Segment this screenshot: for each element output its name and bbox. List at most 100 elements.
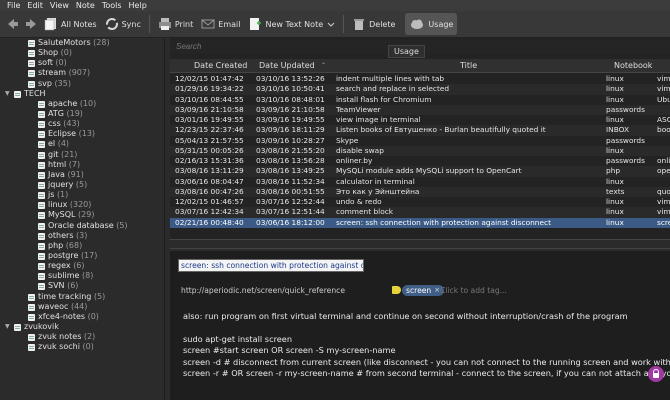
forward-button[interactable] [22, 13, 40, 35]
note-updated: 03/08/16 13:49:25 [256, 166, 325, 176]
email-button[interactable]: Email [197, 13, 244, 35]
sidebar-item[interactable]: js (1) [0, 190, 164, 200]
menu-tools[interactable]: Tools [95, 0, 122, 11]
sidebar-item[interactable]: ▼ zvukovik [0, 322, 164, 332]
sidebar-item[interactable]: Oracle database (5) [0, 221, 164, 231]
sidebar-item-text: linux (320) [48, 200, 91, 210]
sidebar-item[interactable]: ATG (19) [0, 109, 164, 119]
delete-button[interactable]: Delete [348, 13, 399, 35]
sidebar-item[interactable]: zvuk sochi (0) [0, 342, 164, 352]
source-url-link[interactable]: http://aperiodic.net/screen/quick_refere… [181, 286, 345, 295]
usage-button[interactable]: Usage [405, 13, 458, 35]
notebook-icon [38, 273, 45, 281]
back-button[interactable] [0, 13, 22, 35]
note-updated: 03/10/16 10:50:41 [256, 84, 325, 94]
sidebar-item[interactable]: stream (907) [0, 68, 164, 78]
chevron-down-icon[interactable] [327, 20, 335, 28]
note-extra: vim [657, 84, 670, 94]
sidebar-item[interactable]: MySQL (29) [0, 210, 164, 220]
sidebar-item[interactable]: time tracking (5) [0, 292, 164, 302]
new-text-note-button[interactable]: New Text Note [244, 13, 339, 35]
table-row[interactable]: 02/16/13 15:31:36 03/08/16 13:56:28 online… [170, 156, 670, 166]
menu-note[interactable]: Note [69, 0, 95, 11]
note-title: MySQLi module adds MySQLi support to Ope… [336, 166, 522, 176]
sidebar-item[interactable]: linux (320) [0, 200, 164, 210]
sidebar-item[interactable]: sublime (8) [0, 271, 164, 281]
lock-icon[interactable] [648, 366, 664, 382]
table-row[interactable]: 03/08/16 00:47:26 03/08/16 00:51:55 Это ка… [170, 186, 670, 197]
sidebar-item-label: css [48, 119, 61, 129]
pane-splitter[interactable] [170, 239, 670, 249]
note-notebook: php [606, 166, 621, 176]
sidebar-item[interactable]: waveoc (44) [0, 302, 164, 312]
sidebar-item[interactable]: SaluteMotors (28) [0, 38, 164, 48]
column-header-notebook[interactable]: Notebook [614, 59, 652, 73]
menu-edit[interactable]: Edit [20, 0, 43, 11]
table-row[interactable]: 03/10/16 08:44:55 03/10/16 08:48:01 instal… [170, 95, 670, 105]
add-tag-input[interactable]: Click to add tag... [440, 286, 507, 295]
sidebar-item-text: Oracle database (5) [48, 221, 128, 231]
sidebar-item[interactable]: regex (6) [0, 261, 164, 271]
sidebar-item[interactable]: Java (91) [0, 170, 164, 180]
sidebar-item[interactable]: html (7) [0, 160, 164, 170]
sidebar-item[interactable]: svp (35) [0, 79, 164, 89]
sidebar-item-count: (28) [93, 38, 110, 47]
sidebar-item[interactable]: apache (10) [0, 99, 164, 109]
table-row[interactable]: 12/23/15 22:37:46 03/09/16 18:11:29 Listen… [170, 125, 670, 136]
sidebar-item[interactable]: soft (0) [0, 58, 164, 68]
sidebar-item-text: el (4) [48, 139, 69, 149]
sidebar-item[interactable]: Eclipse (13) [0, 129, 164, 139]
menu-file[interactable]: File [0, 0, 20, 11]
expand-arrow-icon[interactable]: ▼ [5, 322, 10, 332]
sidebar-item-label: sublime [48, 271, 80, 281]
all-notes-button[interactable]: All Notes [40, 13, 101, 35]
table-row[interactable]: 01/29/16 19:34:22 03/10/16 10:50:41 search… [170, 84, 670, 95]
note-created: 03/06/16 08:04:47 [175, 176, 244, 186]
note-title: install flash for Chromium [336, 94, 432, 104]
note-title-field[interactable]: screen: ssh connection with protection a… [178, 259, 364, 272]
sidebar-item[interactable]: css (43) [0, 119, 164, 129]
note-created: 03/09/16 21:10:58 [175, 104, 244, 114]
table-row[interactable]: 03/01/16 19:49:55 03/09/16 19:49:55 view i… [170, 115, 670, 125]
notebook-icon [38, 252, 45, 260]
sidebar-item[interactable]: zvuk notes (2) [0, 332, 164, 342]
table-row[interactable]: 03/06/16 08:04:47 03/08/16 11:52:34 calcul… [170, 177, 670, 187]
menu-help[interactable]: Help [122, 0, 147, 11]
cloud-icon [411, 19, 424, 29]
sidebar-item[interactable]: git (21) [0, 150, 164, 160]
table-row[interactable]: 02/21/16 00:48:40 03/06/16 18:12:00 screen… [170, 217, 670, 228]
table-row[interactable]: 03/08/16 13:11:29 03/08/16 13:49:25 MySQLi… [170, 166, 670, 177]
column-header-title[interactable]: Title [460, 59, 477, 73]
column-header-updated[interactable]: Date Updated [259, 59, 315, 73]
note-title: search and replace in selected [336, 84, 450, 94]
sidebar-item-label: zvukovik [24, 321, 59, 331]
tag-chip[interactable]: screen × [402, 285, 445, 296]
table-row[interactable]: 05/04/13 21:57:55 03/09/16 10:28:27 Skype p… [170, 136, 670, 146]
table-row[interactable]: 12/02/15 01:47:42 03/10/16 13:52:26 indent… [170, 74, 670, 84]
sidebar-item[interactable]: el (4) [0, 139, 164, 149]
print-button[interactable]: Print [154, 13, 197, 35]
table-row[interactable]: 12/02/15 01:46:57 03/07/16 12:52:44 undo &… [170, 197, 670, 207]
table-row[interactable]: 03/07/16 12:42:34 03/07/16 12:51:44 commen… [170, 207, 670, 218]
note-created: 12/02/15 01:46:57 [175, 197, 244, 206]
sync-button[interactable]: Sync [101, 13, 145, 35]
sidebar-item[interactable]: ▼ TECH [0, 89, 164, 99]
expand-arrow-icon[interactable]: ▼ [5, 89, 10, 99]
table-row[interactable]: 03/09/16 21:10:58 03/09/16 21:10:58 TeamVi… [170, 104, 670, 115]
note-body[interactable]: also: run program on first virtual termi… [183, 311, 670, 379]
sidebar-item-text: sublime (8) [48, 271, 93, 281]
sidebar-item[interactable]: php (68) [0, 241, 164, 251]
sidebar-item[interactable]: postgre (17) [0, 251, 164, 261]
notebook-sidebar[interactable]: SaluteMotors (28) Shop (0) soft (0) stream … [0, 38, 165, 400]
table-row[interactable]: 05/31/15 00:05:26 03/08/16 21:55:20 disabl… [170, 145, 670, 156]
note-list-panel: Date Created Date Updated ⌃ Title Notebo… [170, 38, 670, 239]
sidebar-item[interactable]: others (3) [0, 231, 164, 241]
note-title: indent multiple lines with tab [336, 74, 445, 83]
column-header-created[interactable]: Date Created [194, 59, 247, 73]
usage-tooltip: Usage [388, 45, 425, 58]
sidebar-item[interactable]: Shop (0) [0, 48, 164, 58]
sidebar-item[interactable]: xfce4-notes (0) [0, 312, 164, 322]
menu-view[interactable]: View [43, 0, 69, 11]
sidebar-item[interactable]: SVN (6) [0, 281, 164, 291]
sidebar-item[interactable]: jquery (5) [0, 180, 164, 190]
